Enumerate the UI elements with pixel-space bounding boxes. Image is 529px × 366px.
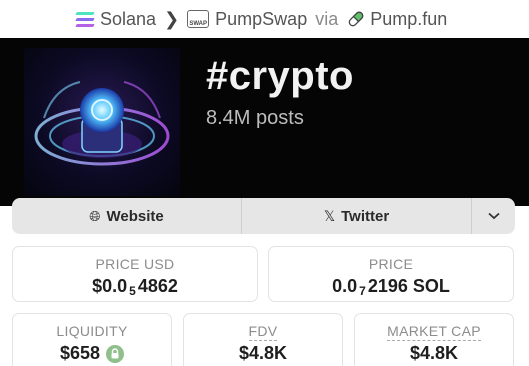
price-usd-zero-count: 5	[129, 283, 136, 298]
liquidity-label: LIQUIDITY	[56, 323, 128, 339]
token-name: #crypto	[206, 54, 354, 98]
price-usd-prefix: $0.0	[92, 276, 128, 296]
price-sol-card: PRICE 0.0 7 2196 SOL	[268, 246, 514, 302]
price-sol-label: PRICE	[368, 256, 414, 272]
more-links-button[interactable]	[471, 198, 515, 234]
token-subtitle: 8.4M posts	[206, 107, 304, 129]
liquidity-value-row: $658	[13, 343, 171, 364]
social-links-bar: 🌐︎ Website 𝕏 Twitter	[12, 198, 515, 234]
price-usd-value: $0.0 5 4862	[13, 276, 257, 298]
price-sol-zero-count: 7	[359, 283, 366, 298]
breadcrumb: Solana ❯ SWAP PumpSwap via Pump.fun	[0, 0, 529, 38]
price-sol-prefix: 0.0	[332, 276, 358, 296]
fdv-label-wrap: FDV	[184, 323, 342, 341]
price-usd-digits: 4862	[137, 276, 178, 296]
globe-icon: 🌐︎	[89, 207, 101, 224]
liquidity-value: $658	[59, 343, 101, 363]
price-sol-digits: 2196 SOL	[367, 276, 450, 296]
market-cap-label-wrap: MARKET CAP	[355, 323, 513, 341]
twitter-label: Twitter	[341, 207, 390, 225]
fdv-label[interactable]: FDV	[248, 323, 278, 341]
breadcrumb-via: via	[315, 8, 339, 29]
price-usd-card: PRICE USD $0.0 5 4862	[12, 246, 258, 302]
price-sol-value: 0.0 7 2196 SOL	[269, 276, 513, 298]
chevron-right-icon: ❯	[164, 8, 180, 29]
solana-icon	[75, 11, 95, 27]
x-logo-icon: 𝕏	[323, 207, 336, 224]
market-cap-value: $4.8K	[409, 343, 459, 363]
chevron-down-icon	[487, 212, 500, 220]
twitter-button[interactable]: 𝕏 Twitter	[241, 198, 471, 234]
breadcrumb-dex[interactable]: PumpSwap	[215, 9, 307, 30]
breadcrumb-launchpad[interactable]: Pump.fun	[370, 9, 447, 30]
fdv-value: $4.8K	[238, 343, 288, 363]
price-usd-label: PRICE USD	[95, 256, 175, 272]
website-button[interactable]: 🌐︎ Website	[12, 198, 241, 234]
breadcrumb-chain[interactable]: Solana	[100, 9, 156, 30]
market-cap-card: MARKET CAP $4.8K	[354, 313, 514, 366]
token-image	[24, 48, 180, 196]
token-header: #crypto 8.4M posts	[0, 38, 529, 206]
market-cap-label[interactable]: MARKET CAP	[387, 323, 481, 341]
pill-icon	[348, 11, 364, 27]
pumpswap-icon: SWAP	[187, 10, 210, 28]
lock-icon[interactable]	[106, 344, 125, 363]
fdv-card: FDV $4.8K	[183, 313, 343, 366]
liquidity-card: LIQUIDITY $658	[12, 313, 172, 366]
website-label: Website	[106, 207, 164, 225]
